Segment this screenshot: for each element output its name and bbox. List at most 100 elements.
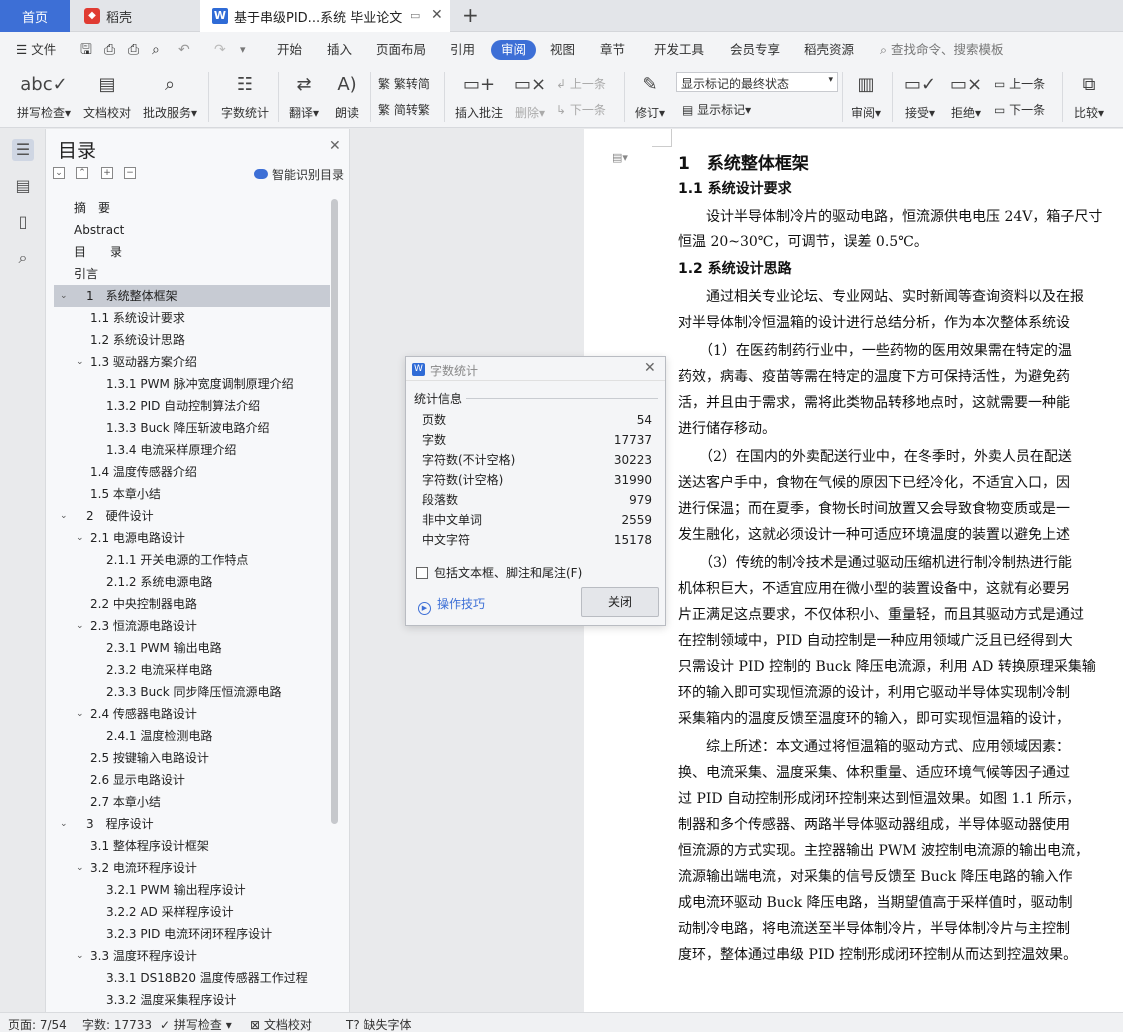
toc-item[interactable]: 2.1.2 系统电源电路 (54, 571, 330, 593)
toc-item[interactable]: 1.3.2 PID 自动控制算法介绍 (54, 395, 330, 417)
collapse-all-icon[interactable]: ⌄ (53, 167, 65, 179)
previous-change-button[interactable]: ▭ 上一条 (994, 75, 1045, 92)
toc-item[interactable]: 2.3.2 电流采样电路 (54, 659, 330, 681)
redo-icon[interactable]: ↷ (214, 40, 226, 60)
toc-item[interactable]: 3.2.3 PID 电流环闭环程序设计 (54, 923, 330, 945)
chevron-down-icon[interactable]: ⌄ (76, 703, 84, 725)
toc-item[interactable]: 3.2.1 PWM 输出程序设计 (54, 879, 330, 901)
toc-item[interactable]: 3.3.1 DS18B20 温度传感器工作过程 (54, 967, 330, 989)
missing-font-indicator[interactable]: T? 缺失字体 (346, 1016, 412, 1032)
expand-up-icon[interactable]: ⌃ (76, 167, 88, 179)
document-proof-button[interactable]: ▤ 文档校对 (80, 70, 134, 121)
word-count-button[interactable]: ☷ 字数统计 (218, 70, 272, 121)
toc-item[interactable]: ⌄ 1.3 驱动器方案介绍 (54, 351, 330, 373)
new-tab-button[interactable]: + (462, 3, 479, 27)
chevron-down-icon[interactable]: ⌄ (60, 813, 68, 835)
toc-item[interactable]: 1.4 温度传感器介绍 (54, 461, 330, 483)
page-indicator[interactable]: 页面: 7/54 (8, 1016, 67, 1032)
chevron-down-icon[interactable]: ⌄ (60, 285, 68, 307)
toc-icon[interactable]: ☰ (12, 139, 34, 161)
toc-item[interactable]: 1.5 本章小结 (54, 483, 330, 505)
toc-item[interactable]: 2.6 显示电路设计 (54, 769, 330, 791)
menu-view[interactable]: 视图 (550, 40, 575, 60)
toc-item[interactable]: 1.1 系统设计要求 (54, 307, 330, 329)
chevron-down-icon[interactable]: ⌄ (76, 527, 84, 549)
translate-button[interactable]: ⇄ 翻译▾ (286, 70, 322, 121)
close-icon[interactable]: ✕ (644, 360, 656, 376)
smart-toc-button[interactable]: 智能识别目录 (254, 166, 344, 183)
chevron-down-icon[interactable]: ⌄ (76, 351, 84, 373)
menu-review[interactable]: 审阅 (491, 40, 537, 60)
word-count-indicator[interactable]: 字数: 17733 (82, 1016, 152, 1032)
toc-item[interactable]: ⌄ 2.3 恒流源电路设计 (54, 615, 330, 637)
chevron-down-icon[interactable]: ⌄ (60, 505, 68, 527)
toc-item[interactable]: 引言 (54, 263, 330, 285)
status-doc-proof[interactable]: ⊠ 文档校对 (250, 1016, 312, 1032)
toc-scrollbar[interactable] (331, 199, 338, 824)
command-search[interactable]: ⌕ 查找命令、搜索模板 (880, 40, 1004, 60)
toc-item[interactable]: Abstract (54, 219, 330, 241)
toc-item[interactable]: ⌄ 3.2 电流环程序设计 (54, 857, 330, 879)
print-preview-icon[interactable]: ⌕ (152, 40, 160, 60)
close-button[interactable]: 关闭 (581, 587, 659, 617)
quick-access-more-icon[interactable]: ▾ (240, 40, 246, 60)
read-aloud-button[interactable]: A) 朗读 (330, 70, 364, 121)
toc-item[interactable]: 1.3.4 电流采样原理介绍 (54, 439, 330, 461)
tab-daoke[interactable]: ◆ 稻壳 (72, 0, 198, 32)
menu-page-layout[interactable]: 页面布局 (376, 40, 426, 60)
annotate-service-button[interactable]: ⌕ 批改服务▾ (140, 70, 200, 121)
toc-item[interactable]: 2.1.1 开关电源的工作特点 (54, 549, 330, 571)
toc-item[interactable]: 2.5 按键输入电路设计 (54, 747, 330, 769)
toc-item[interactable]: ⌄ 2.1 电源电路设计 (54, 527, 330, 549)
toc-item[interactable]: 2.3.3 Buck 同步降压恒流源电路 (54, 681, 330, 703)
display-mode-select[interactable]: 显示标记的最终状态 ▾ (676, 72, 838, 92)
delete-comment-button[interactable]: ▭× 删除▾ (510, 70, 550, 121)
export-pdf-icon[interactable]: ⎙ (104, 40, 115, 60)
paragraph-options-icon[interactable]: ▤▾ (612, 151, 628, 164)
insert-comment-button[interactable]: ▭+ 插入批注 (452, 70, 506, 121)
file-menu[interactable]: ☰ 文件 (16, 40, 56, 60)
print-icon[interactable]: ⎙ (128, 40, 139, 60)
include-textbox-checkbox[interactable]: 包括文本框、脚注和尾注(F) (416, 564, 582, 581)
toc-item[interactable]: 目 录 (54, 241, 330, 263)
menu-chapter[interactable]: 章节 (600, 40, 625, 60)
spell-check-button[interactable]: abc✓ 拼写检查▾ (12, 70, 76, 121)
search-icon[interactable]: ⌕ (12, 247, 34, 269)
menu-daoke-resources[interactable]: 稻壳资源 (804, 40, 854, 60)
toc-item[interactable]: ⌄ 2.4 传感器电路设计 (54, 703, 330, 725)
toc-item[interactable]: 1.3.3 Buck 降压斩波电路介绍 (54, 417, 330, 439)
menu-references[interactable]: 引用 (450, 40, 475, 60)
add-heading-icon[interactable]: + (101, 167, 113, 179)
review-pane-button[interactable]: ▥ 审阅▾ (846, 70, 886, 121)
next-comment-button[interactable]: ↳ 下一条 (556, 101, 606, 118)
chevron-down-icon[interactable]: ⌄ (76, 615, 84, 637)
accept-button[interactable]: ▭✓ 接受▾ (900, 70, 940, 121)
chevron-down-icon[interactable]: ⌄ (76, 945, 84, 967)
status-spell-check[interactable]: ✓ 拼写检查 ▾ (160, 1016, 232, 1032)
chapter-nav-icon[interactable]: ▤ (12, 175, 34, 197)
close-icon[interactable]: ✕ (329, 138, 341, 154)
toc-item[interactable]: 1.3.1 PWM 脉冲宽度调制原理介绍 (54, 373, 330, 395)
track-changes-button[interactable]: ✎ 修订▾ (630, 70, 670, 121)
tips-link[interactable]: ▶ 操作技巧 (418, 595, 485, 615)
toc-item[interactable]: 3.2.2 AD 采样程序设计 (54, 901, 330, 923)
toc-item[interactable]: 2.4.1 温度检测电路 (54, 725, 330, 747)
bookmark-icon[interactable]: ▯ (12, 211, 34, 233)
toc-item[interactable]: ⌄ 1 系统整体框架 (54, 285, 330, 307)
trad-to-simp-button[interactable]: 繁 繁转简 (378, 75, 430, 92)
chevron-down-icon[interactable]: ⌄ (76, 857, 84, 879)
undo-icon[interactable]: ↶ (178, 40, 190, 60)
next-change-button[interactable]: ▭ 下一条 (994, 101, 1045, 118)
toc-item[interactable]: ⌄ 3 程序设计 (54, 813, 330, 835)
tab-home[interactable]: 首页 (0, 0, 70, 32)
simp-to-trad-button[interactable]: 繁 简转繁 (378, 101, 430, 118)
tab-document[interactable]: W 基于串级PID...系统 毕业论文 ▭ ✕ (200, 0, 450, 32)
previous-comment-button[interactable]: ↲ 上一条 (556, 75, 606, 92)
save-icon[interactable]: 🖫 (80, 40, 92, 60)
compare-button[interactable]: ⧉ 比较▾ (1068, 70, 1110, 121)
menu-insert[interactable]: 插入 (327, 40, 352, 60)
reject-button[interactable]: ▭× 拒绝▾ (946, 70, 986, 121)
show-markup-button[interactable]: ▤ 显示标记▾ (682, 101, 751, 118)
toc-item[interactable]: 3.1 整体程序设计框架 (54, 835, 330, 857)
menu-member[interactable]: 会员专享 (730, 40, 780, 60)
